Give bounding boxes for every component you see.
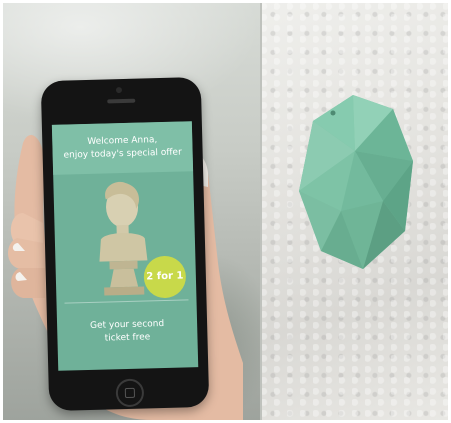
offer-badge[interactable]: 2 for 1 [143, 255, 187, 299]
phone-screen: Welcome Anna, enjoy today's special offe… [51, 121, 199, 371]
photo-divider [260, 3, 262, 420]
bust-image: 2 for 1 [53, 177, 196, 301]
home-square-icon [124, 387, 136, 399]
camera-icon [115, 87, 123, 94]
smartphone: Welcome Anna, enjoy today's special offe… [40, 76, 210, 412]
speaker-grille [107, 98, 136, 104]
beacon-device [299, 95, 413, 269]
offer-title: Welcome Anna, enjoy today's special offe… [63, 135, 182, 161]
home-button[interactable] [115, 378, 145, 408]
photo-frame: Welcome Anna, enjoy today's special offe… [3, 3, 448, 420]
mount-hole [330, 110, 336, 116]
offer-footer: Get your second ticket free [89, 319, 165, 344]
